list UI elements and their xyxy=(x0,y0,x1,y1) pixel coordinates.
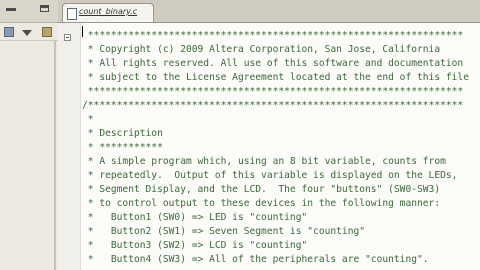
code-line: * *********** xyxy=(82,142,163,153)
panel-sash[interactable] xyxy=(54,40,56,270)
code-editor[interactable]: ****************************************… xyxy=(58,23,480,270)
menu-chevron-icon[interactable] xyxy=(22,30,32,36)
code-line: * Button4 (SW3) => All of the peripheral… xyxy=(82,254,429,265)
link-icon[interactable] xyxy=(42,27,52,37)
fold-toggle-icon[interactable] xyxy=(64,34,71,41)
left-panel-toolbar xyxy=(0,22,58,41)
code-line: * subject to the License Agreement locat… xyxy=(82,72,469,83)
code-line: * to control output to these devices in … xyxy=(82,198,441,209)
left-panel xyxy=(0,0,59,270)
code-line: * repeatedly. Output of this variable is… xyxy=(82,170,458,181)
maximize-icon[interactable] xyxy=(40,5,49,12)
c-file-icon xyxy=(67,8,77,20)
code-line: * Button2 (SW1) => Seven Segment is "cou… xyxy=(82,226,366,237)
code-line: * xyxy=(82,114,94,125)
code-line: ****************************************… xyxy=(82,86,464,97)
code-line: /***************************************… xyxy=(82,100,464,111)
code-line: * Segment Display, and the LCD. The four… xyxy=(82,184,441,195)
collapse-all-icon[interactable] xyxy=(4,27,14,37)
code-line: * A simple program which, using an 8 bit… xyxy=(82,156,446,167)
code-line: * Button1 (SW0) => LED is "counting" xyxy=(82,212,308,223)
editor-tab[interactable]: count_binary.c xyxy=(62,3,154,22)
minimize-icon[interactable] xyxy=(6,8,16,11)
editor-ruler xyxy=(58,23,81,270)
left-panel-header xyxy=(0,0,58,23)
editor-tab-bar: count_binary.c xyxy=(58,0,480,23)
code-line: * Button3 (SW2) => LCD is "counting" xyxy=(82,240,308,251)
code-line: * All rights reserved. All use of this s… xyxy=(82,58,464,69)
code-line: * Copyright (c) 2009 Altera Corporation,… xyxy=(82,44,441,55)
code-line: ****************************************… xyxy=(82,30,464,41)
editor-tab-label: count_binary.c xyxy=(79,7,138,16)
code-line: * Description xyxy=(82,128,163,139)
